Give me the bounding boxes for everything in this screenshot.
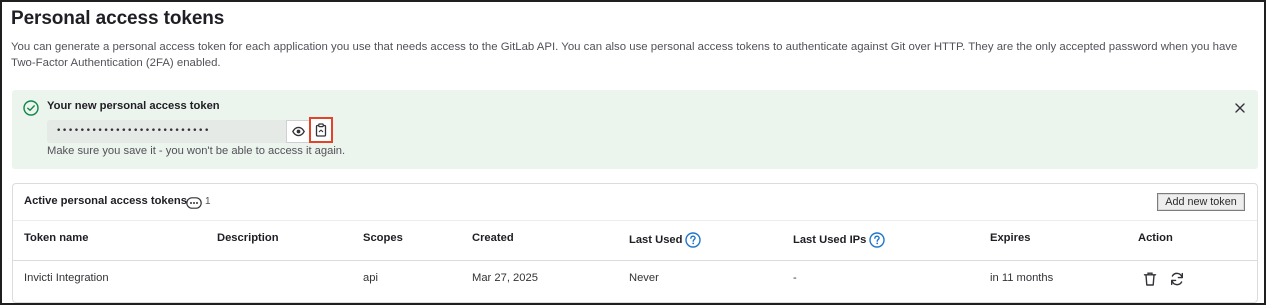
card-title: Active personal access tokens xyxy=(24,195,187,207)
new-token-alert: Your new personal access token •••••••••… xyxy=(12,90,1258,169)
alert-note: Make sure you save it - you won't be abl… xyxy=(47,145,346,157)
card-header: Active personal access tokens 1 Add new … xyxy=(13,184,1257,221)
col-header-action: Action xyxy=(1138,232,1173,244)
alert-title: Your new personal access token xyxy=(47,100,220,112)
col-header-last-used-label: Last Used xyxy=(629,234,683,246)
col-header-last-used-ips-label: Last Used IPs xyxy=(793,234,867,246)
close-icon[interactable] xyxy=(1234,102,1246,114)
cell-last-used-ips: - xyxy=(793,272,797,284)
col-header-created-label: Created xyxy=(472,232,514,244)
page-title: Personal access tokens xyxy=(11,8,225,29)
col-header-token-name-label: Token name xyxy=(24,232,89,244)
col-header-description: Description xyxy=(217,232,279,244)
token-count-icon xyxy=(186,197,202,209)
table-header-divider xyxy=(13,260,1257,261)
eye-icon xyxy=(291,126,305,137)
page-frame: Personal access tokens You can generate … xyxy=(0,0,1266,305)
trash-icon[interactable] xyxy=(1142,271,1158,287)
copy-token-button[interactable] xyxy=(309,117,333,143)
token-count: 1 xyxy=(205,196,211,207)
col-header-created: Created xyxy=(472,232,514,244)
page-description: You can generate a personal access token… xyxy=(11,41,1238,69)
col-header-action-label: Action xyxy=(1138,232,1173,244)
check-circle-icon xyxy=(23,100,39,116)
question-circle-icon[interactable] xyxy=(869,232,886,248)
token-field[interactable]: •••••••••••••••••••••••••• xyxy=(47,120,297,143)
col-header-token-name: Token name xyxy=(24,232,88,244)
question-circle-icon[interactable] xyxy=(685,232,702,248)
col-header-last-used: Last Used xyxy=(629,232,702,248)
col-header-description-label: Description xyxy=(217,232,279,244)
cell-created: Mar 27, 2025 xyxy=(472,272,538,284)
cell-last-used: Never xyxy=(629,272,659,284)
rotate-icon[interactable] xyxy=(1169,271,1185,287)
add-new-token-button[interactable]: Add new token xyxy=(1157,193,1245,211)
cell-expires: in 11 months xyxy=(990,272,1054,284)
col-header-last-used-ips: Last Used IPs xyxy=(793,232,886,248)
cell-scopes: api xyxy=(363,272,378,284)
col-header-expires-label: Expires xyxy=(990,232,1031,244)
reveal-token-button[interactable] xyxy=(286,120,310,143)
col-header-expires: Expires xyxy=(990,232,1030,244)
cell-token-name: Invicti Integration xyxy=(24,272,109,284)
clipboard-icon xyxy=(315,123,327,137)
col-header-scopes: Scopes xyxy=(363,232,403,244)
col-header-scopes-label: Scopes xyxy=(363,232,403,244)
active-tokens-card: Active personal access tokens 1 Add new … xyxy=(12,183,1258,303)
